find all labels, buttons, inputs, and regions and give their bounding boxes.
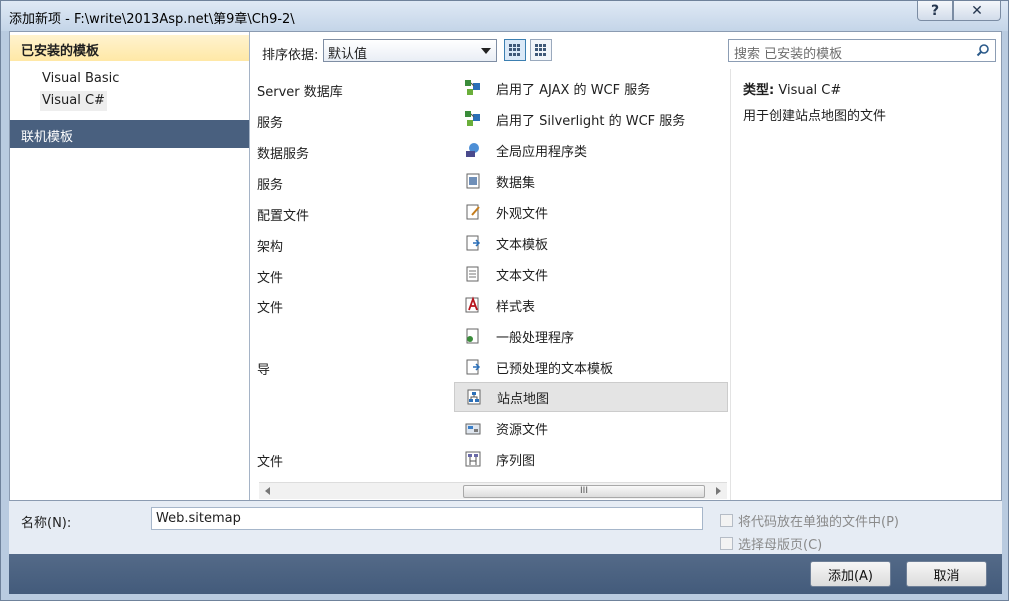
template-item-preprocessed-text-template[interactable]: 已预处理的文本模板 (454, 352, 728, 382)
template-item-label: 一般处理程序 (496, 330, 575, 346)
sort-by-label: 排序依据: (262, 48, 319, 63)
template-item-label: 已预处理的文本模板 (496, 361, 614, 377)
template-item-label: 序列图 (496, 453, 536, 469)
template-item-sitemap[interactable]: 站点地图 (454, 382, 728, 412)
online-templates-header[interactable]: 联机模板 (10, 120, 249, 148)
template-item-label: 数据集 (496, 175, 536, 191)
sequence-diagram-icon (465, 451, 481, 467)
template-item-text-file[interactable]: 文本文件 (454, 259, 728, 289)
template-item-skin-file[interactable]: 外观文件 (454, 197, 728, 227)
wcf-service-icon (465, 80, 480, 95)
list-view-icon (535, 44, 547, 56)
chevron-down-icon (481, 48, 491, 54)
sort-by-select[interactable]: 默认值 (323, 39, 497, 62)
installed-templates-header[interactable]: 已安装的模板 (10, 35, 249, 61)
title-bar: 添加新项 - F:\write\2013Asp.net\第9章\Ch9-2\ ?… (1, 1, 1008, 31)
select-master-page-checkbox[interactable]: 选择母版页(C) (720, 534, 822, 553)
list-item[interactable]: 文件 (257, 451, 283, 473)
template-item-label: 站点地图 (497, 391, 550, 407)
medium-icons-view-button[interactable] (504, 39, 526, 61)
template-list: Server 数据库 服务 数据服务 服务 配置文件 架构 文件 文件 导 文件 (251, 69, 729, 500)
global-app-class-icon (466, 143, 479, 157)
name-input[interactable]: Web.sitemap (151, 507, 703, 530)
template-item-ajax-wcf-service[interactable]: 启用了 AJAX 的 WCF 服务 (454, 73, 728, 103)
checkbox-box[interactable] (720, 514, 733, 527)
template-item-label: 样式表 (496, 299, 536, 315)
resource-file-icon (465, 423, 481, 435)
template-item-label: 文本文件 (496, 268, 549, 284)
list-item[interactable]: 架构 (257, 236, 283, 258)
help-button[interactable]: ? (917, 1, 953, 21)
tree-item-visual-basic[interactable]: Visual Basic (40, 69, 121, 89)
tree-item-visual-csharp[interactable]: Visual C# (40, 91, 107, 111)
scroll-left-icon[interactable] (265, 487, 270, 495)
template-item-label: 启用了 AJAX 的 WCF 服务 (496, 82, 651, 98)
sitemap-icon (467, 389, 481, 405)
template-item-label: 启用了 Silverlight 的 WCF 服务 (496, 113, 686, 129)
template-item-sequence-diagram[interactable]: 序列图 (454, 444, 728, 474)
template-item-label: 文本模板 (496, 237, 549, 253)
scroll-thumb[interactable]: III (463, 485, 705, 498)
template-item-label: 资源文件 (496, 422, 549, 438)
sort-by-value: 默认值 (328, 47, 368, 62)
add-new-item-dialog: 添加新项 - F:\write\2013Asp.net\第9章\Ch9-2\ ?… (0, 0, 1009, 601)
scroll-right-icon[interactable] (716, 487, 721, 495)
dataset-icon (466, 173, 480, 189)
name-area: 名称(N): Web.sitemap 将代码放在单独的文件中(P) 选择母版页(… (9, 501, 1002, 554)
template-item-generic-handler[interactable]: 一般处理程序 (454, 321, 728, 351)
list-item[interactable]: 服务 (257, 174, 283, 196)
description-type: 类型: Visual C# (743, 79, 841, 98)
search-icon[interactable] (976, 43, 990, 57)
grid-view-icon (509, 44, 521, 56)
cancel-button[interactable]: 取消 (906, 561, 987, 587)
template-item-stylesheet[interactable]: 样式表 (454, 290, 728, 320)
template-item-text-template[interactable]: 文本模板 (454, 228, 728, 258)
wcf-service-icon (465, 111, 480, 126)
handler-icon (466, 328, 479, 344)
list-item[interactable]: 配置文件 (257, 205, 309, 227)
template-item-silverlight-wcf-service[interactable]: 启用了 Silverlight 的 WCF 服务 (454, 104, 728, 134)
text-template-icon (466, 235, 481, 251)
close-icon: ✕ (971, 2, 983, 19)
list-item[interactable]: Server 数据库 (257, 81, 343, 103)
window-title: 添加新项 - F:\write\2013Asp.net\第9章\Ch9-2\ (9, 12, 295, 27)
description-text: 用于创建站点地图的文件 (743, 109, 887, 124)
list-item[interactable]: 数据服务 (257, 143, 309, 165)
dialog-body: 已安装的模板 Visual Basic Visual C# 联机模板 排序依据:… (9, 31, 1002, 501)
close-button[interactable]: ✕ (953, 1, 1001, 21)
list-item[interactable]: 文件 (257, 267, 283, 289)
preprocessed-template-icon (466, 359, 481, 375)
list-item[interactable]: 服务 (257, 112, 283, 134)
help-icon: ? (930, 2, 940, 19)
checkbox-box[interactable] (720, 537, 733, 550)
template-item-global-app-class[interactable]: 全局应用程序类 (454, 135, 728, 165)
text-file-icon (466, 266, 479, 282)
search-input[interactable]: 搜索 已安装的模板 (728, 39, 996, 62)
name-label: 名称(N): (21, 516, 72, 531)
add-button[interactable]: 添加(A) (810, 561, 891, 587)
horizontal-scrollbar[interactable]: III (259, 482, 727, 499)
dialog-footer: 添加(A) 取消 (9, 554, 1002, 594)
list-item[interactable]: 文件 (257, 297, 283, 319)
template-item-label: 外观文件 (496, 206, 549, 222)
template-item-resource-file[interactable]: 资源文件 (454, 413, 728, 443)
checkbox-label: 选择母版页(C) (738, 538, 823, 553)
template-item-dataset[interactable]: 数据集 (454, 166, 728, 196)
template-tree: 已安装的模板 Visual Basic Visual C# 联机模板 (10, 32, 250, 500)
checkbox-label: 将代码放在单独的文件中(P) (738, 515, 899, 530)
description-type-label: 类型: (743, 83, 775, 98)
description-type-value: Visual C# (778, 83, 842, 98)
template-item-label: 全局应用程序类 (496, 144, 588, 160)
skin-file-icon (466, 204, 480, 220)
search-placeholder: 搜索 已安装的模板 (734, 47, 843, 62)
list-item[interactable]: 导 (257, 359, 270, 381)
separate-code-file-checkbox[interactable]: 将代码放在单独的文件中(P) (720, 511, 899, 530)
template-description-panel: 类型: Visual C# 用于创建站点地图的文件 (730, 69, 1001, 500)
small-icons-view-button[interactable] (530, 39, 552, 61)
stylesheet-icon (465, 296, 479, 313)
